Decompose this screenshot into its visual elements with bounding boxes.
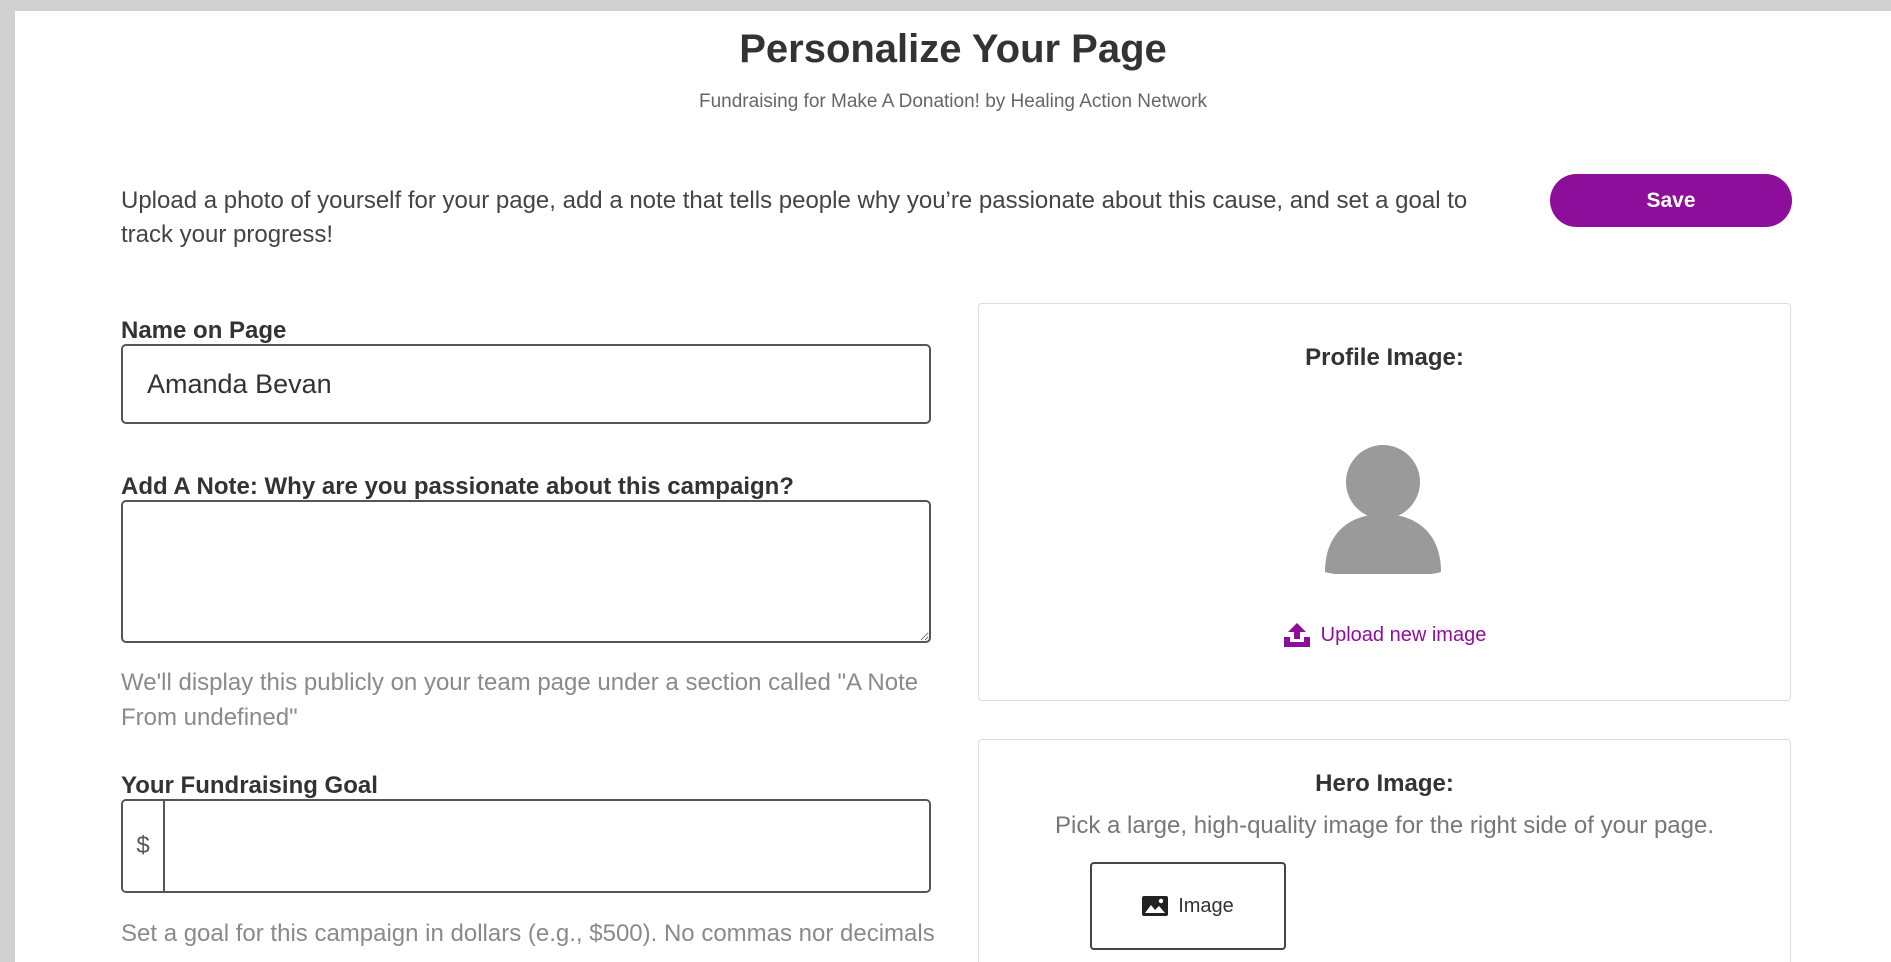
- hero-image-description: Pick a large, high-quality image for the…: [1054, 812, 1715, 839]
- profile-image-card: Profile Image: Upload new image: [978, 303, 1791, 701]
- name-label: Name on Page: [121, 317, 287, 344]
- name-input[interactable]: [121, 344, 931, 424]
- hero-image-title: Hero Image:: [1315, 770, 1454, 797]
- goal-input-group: $: [121, 799, 931, 893]
- note-label: Add A Note: Why are you passionate about…: [121, 473, 794, 500]
- currency-prefix: $: [123, 801, 165, 891]
- note-textarea[interactable]: [121, 500, 931, 643]
- profile-image-title: Profile Image:: [1305, 344, 1464, 371]
- save-button[interactable]: Save: [1550, 174, 1792, 227]
- note-helper-text: We'll display this publicly on your team…: [121, 669, 919, 731]
- image-button-label: Image: [1178, 894, 1234, 917]
- page-subtitle: Fundraising for Make A Donation! by Heal…: [699, 91, 1207, 112]
- page-container: Personalize Your Page Fundraising for Ma…: [15, 11, 1891, 962]
- upload-new-image-link[interactable]: Upload new image: [979, 622, 1790, 648]
- intro-text: Upload a photo of yourself for your page…: [121, 187, 1468, 248]
- image-icon: [1142, 896, 1169, 916]
- hero-image-card: Hero Image: Pick a large, high-quality i…: [978, 739, 1791, 962]
- goal-input[interactable]: [165, 801, 929, 891]
- avatar-placeholder-icon: [1325, 445, 1441, 574]
- goal-label: Your Fundraising Goal: [121, 772, 378, 799]
- upload-new-image-label: Upload new image: [1320, 623, 1487, 646]
- upload-icon: [1283, 623, 1310, 647]
- choose-hero-image-button[interactable]: Image: [1090, 862, 1286, 950]
- page-title: Personalize Your Page: [739, 27, 1167, 71]
- goal-helper-text: Set a goal for this campaign in dollars …: [121, 920, 935, 962]
